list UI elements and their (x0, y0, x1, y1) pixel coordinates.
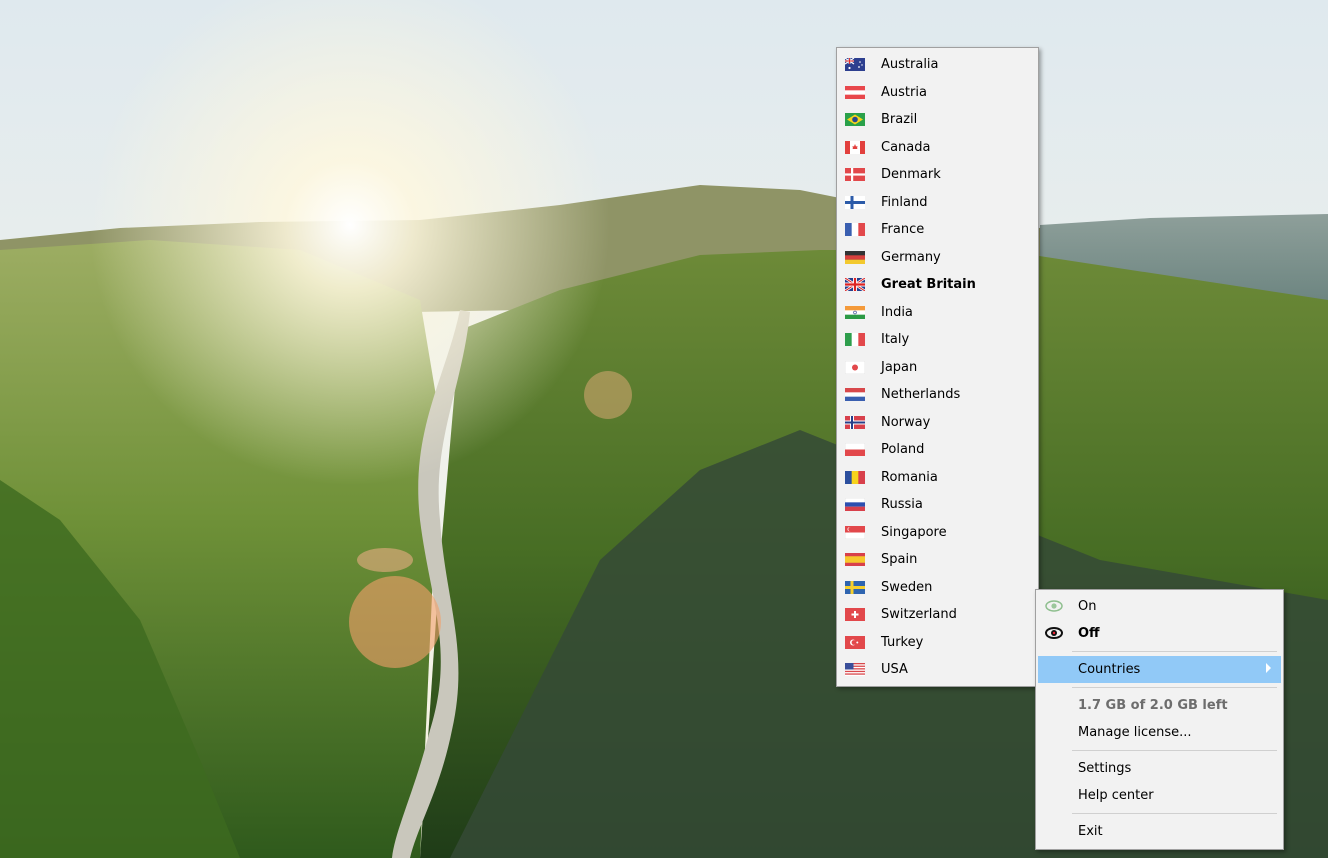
help-center-label: Help center (1078, 788, 1154, 803)
australia-flag-icon (845, 58, 865, 72)
poland-flag-icon (845, 443, 865, 457)
exit-menu-item[interactable]: Exit (1038, 818, 1281, 845)
country-label: Sweden (881, 579, 933, 595)
country-item-usa[interactable]: USA (839, 656, 1036, 684)
netherlands-flag-icon (845, 388, 865, 402)
eye-open-icon (1045, 600, 1063, 612)
country-item-netherlands[interactable]: Netherlands (839, 381, 1036, 409)
country-item-finland[interactable]: Finland (839, 189, 1036, 217)
menu-separator (1072, 813, 1277, 814)
turkey-flag-icon (845, 635, 865, 649)
country-item-japan[interactable]: Japan (839, 354, 1036, 382)
country-item-india[interactable]: India (839, 299, 1036, 327)
country-label: USA (881, 662, 908, 678)
spain-flag-icon (845, 553, 865, 567)
country-item-turkey[interactable]: Turkey (839, 629, 1036, 657)
country-label: Singapore (881, 524, 947, 540)
country-label: Australia (881, 57, 939, 73)
off-label: Off (1078, 626, 1100, 641)
menu-separator (1072, 750, 1277, 751)
off-menu-item[interactable]: Off (1038, 620, 1281, 647)
finland-flag-icon (845, 195, 865, 209)
country-label: Russia (881, 497, 923, 513)
canada-flag-icon (845, 140, 865, 154)
country-item-romania[interactable]: Romania (839, 464, 1036, 492)
country-item-singapore[interactable]: Singapore (839, 519, 1036, 547)
russia-flag-icon (845, 498, 865, 512)
country-label: Romania (881, 469, 938, 485)
countries-submenu: Australia Austria Brazil Canada Denmark Finla… (836, 47, 1039, 687)
country-item-spain[interactable]: Spain (839, 546, 1036, 574)
italy-flag-icon (845, 333, 865, 347)
denmark-flag-icon (845, 168, 865, 182)
tray-context-menu: On Off Countries 1.7 GB of 2.0 GB left M… (1035, 589, 1284, 850)
austria-flag-icon (845, 85, 865, 99)
country-label: Brazil (881, 112, 918, 128)
country-label: Germany (881, 249, 941, 265)
country-item-norway[interactable]: Norway (839, 409, 1036, 437)
country-label: Netherlands (881, 387, 961, 403)
country-item-australia[interactable]: Australia (839, 51, 1036, 79)
singapore-flag-icon (845, 525, 865, 539)
norway-flag-icon (845, 415, 865, 429)
country-label: Japan (881, 359, 918, 375)
brazil-flag-icon (845, 113, 865, 127)
country-label: Italy (881, 332, 910, 348)
india-flag-icon (845, 305, 865, 319)
country-label: Switzerland (881, 607, 957, 623)
country-item-germany[interactable]: Germany (839, 244, 1036, 272)
manage-license-menu-item[interactable]: Manage license... (1038, 719, 1281, 746)
sweden-flag-icon (845, 580, 865, 594)
germany-flag-icon (845, 250, 865, 264)
manage-license-label: Manage license... (1078, 725, 1192, 740)
country-label: France (881, 222, 925, 238)
country-item-russia[interactable]: Russia (839, 491, 1036, 519)
help-center-menu-item[interactable]: Help center (1038, 782, 1281, 809)
on-label: On (1078, 599, 1097, 614)
menu-separator (1072, 651, 1277, 652)
usa-flag-icon (845, 663, 865, 677)
country-label: Finland (881, 194, 928, 210)
country-label: Canada (881, 139, 931, 155)
country-label: India (881, 304, 913, 320)
country-label: Poland (881, 442, 925, 458)
country-label: Denmark (881, 167, 941, 183)
on-menu-item[interactable]: On (1038, 593, 1281, 620)
switzerland-flag-icon (845, 608, 865, 622)
eye-closed-icon (1045, 627, 1063, 639)
data-usage-label: 1.7 GB of 2.0 GB left (1078, 698, 1228, 713)
france-flag-icon (845, 223, 865, 237)
country-item-poland[interactable]: Poland (839, 436, 1036, 464)
country-item-great-britain[interactable]: Great Britain (839, 271, 1036, 299)
data-usage-item: 1.7 GB of 2.0 GB left (1038, 692, 1281, 719)
country-item-austria[interactable]: Austria (839, 79, 1036, 107)
country-label: Great Britain (881, 277, 976, 293)
country-item-denmark[interactable]: Denmark (839, 161, 1036, 189)
country-item-canada[interactable]: Canada (839, 134, 1036, 162)
romania-flag-icon (845, 470, 865, 484)
countries-label: Countries (1078, 662, 1141, 677)
country-item-italy[interactable]: Italy (839, 326, 1036, 354)
countries-menu-item[interactable]: Countries (1038, 656, 1281, 683)
submenu-arrow-icon (1266, 663, 1271, 673)
country-label: Spain (881, 552, 918, 568)
country-label: Turkey (881, 634, 924, 650)
country-item-france[interactable]: France (839, 216, 1036, 244)
country-item-brazil[interactable]: Brazil (839, 106, 1036, 134)
japan-flag-icon (845, 360, 865, 374)
country-label: Austria (881, 84, 927, 100)
settings-menu-item[interactable]: Settings (1038, 755, 1281, 782)
settings-label: Settings (1078, 761, 1132, 776)
country-item-sweden[interactable]: Sweden (839, 574, 1036, 602)
menu-separator (1072, 687, 1277, 688)
exit-label: Exit (1078, 824, 1103, 839)
country-label: Norway (881, 414, 931, 430)
country-item-switzerland[interactable]: Switzerland (839, 601, 1036, 629)
great-britain-flag-icon (845, 278, 865, 292)
